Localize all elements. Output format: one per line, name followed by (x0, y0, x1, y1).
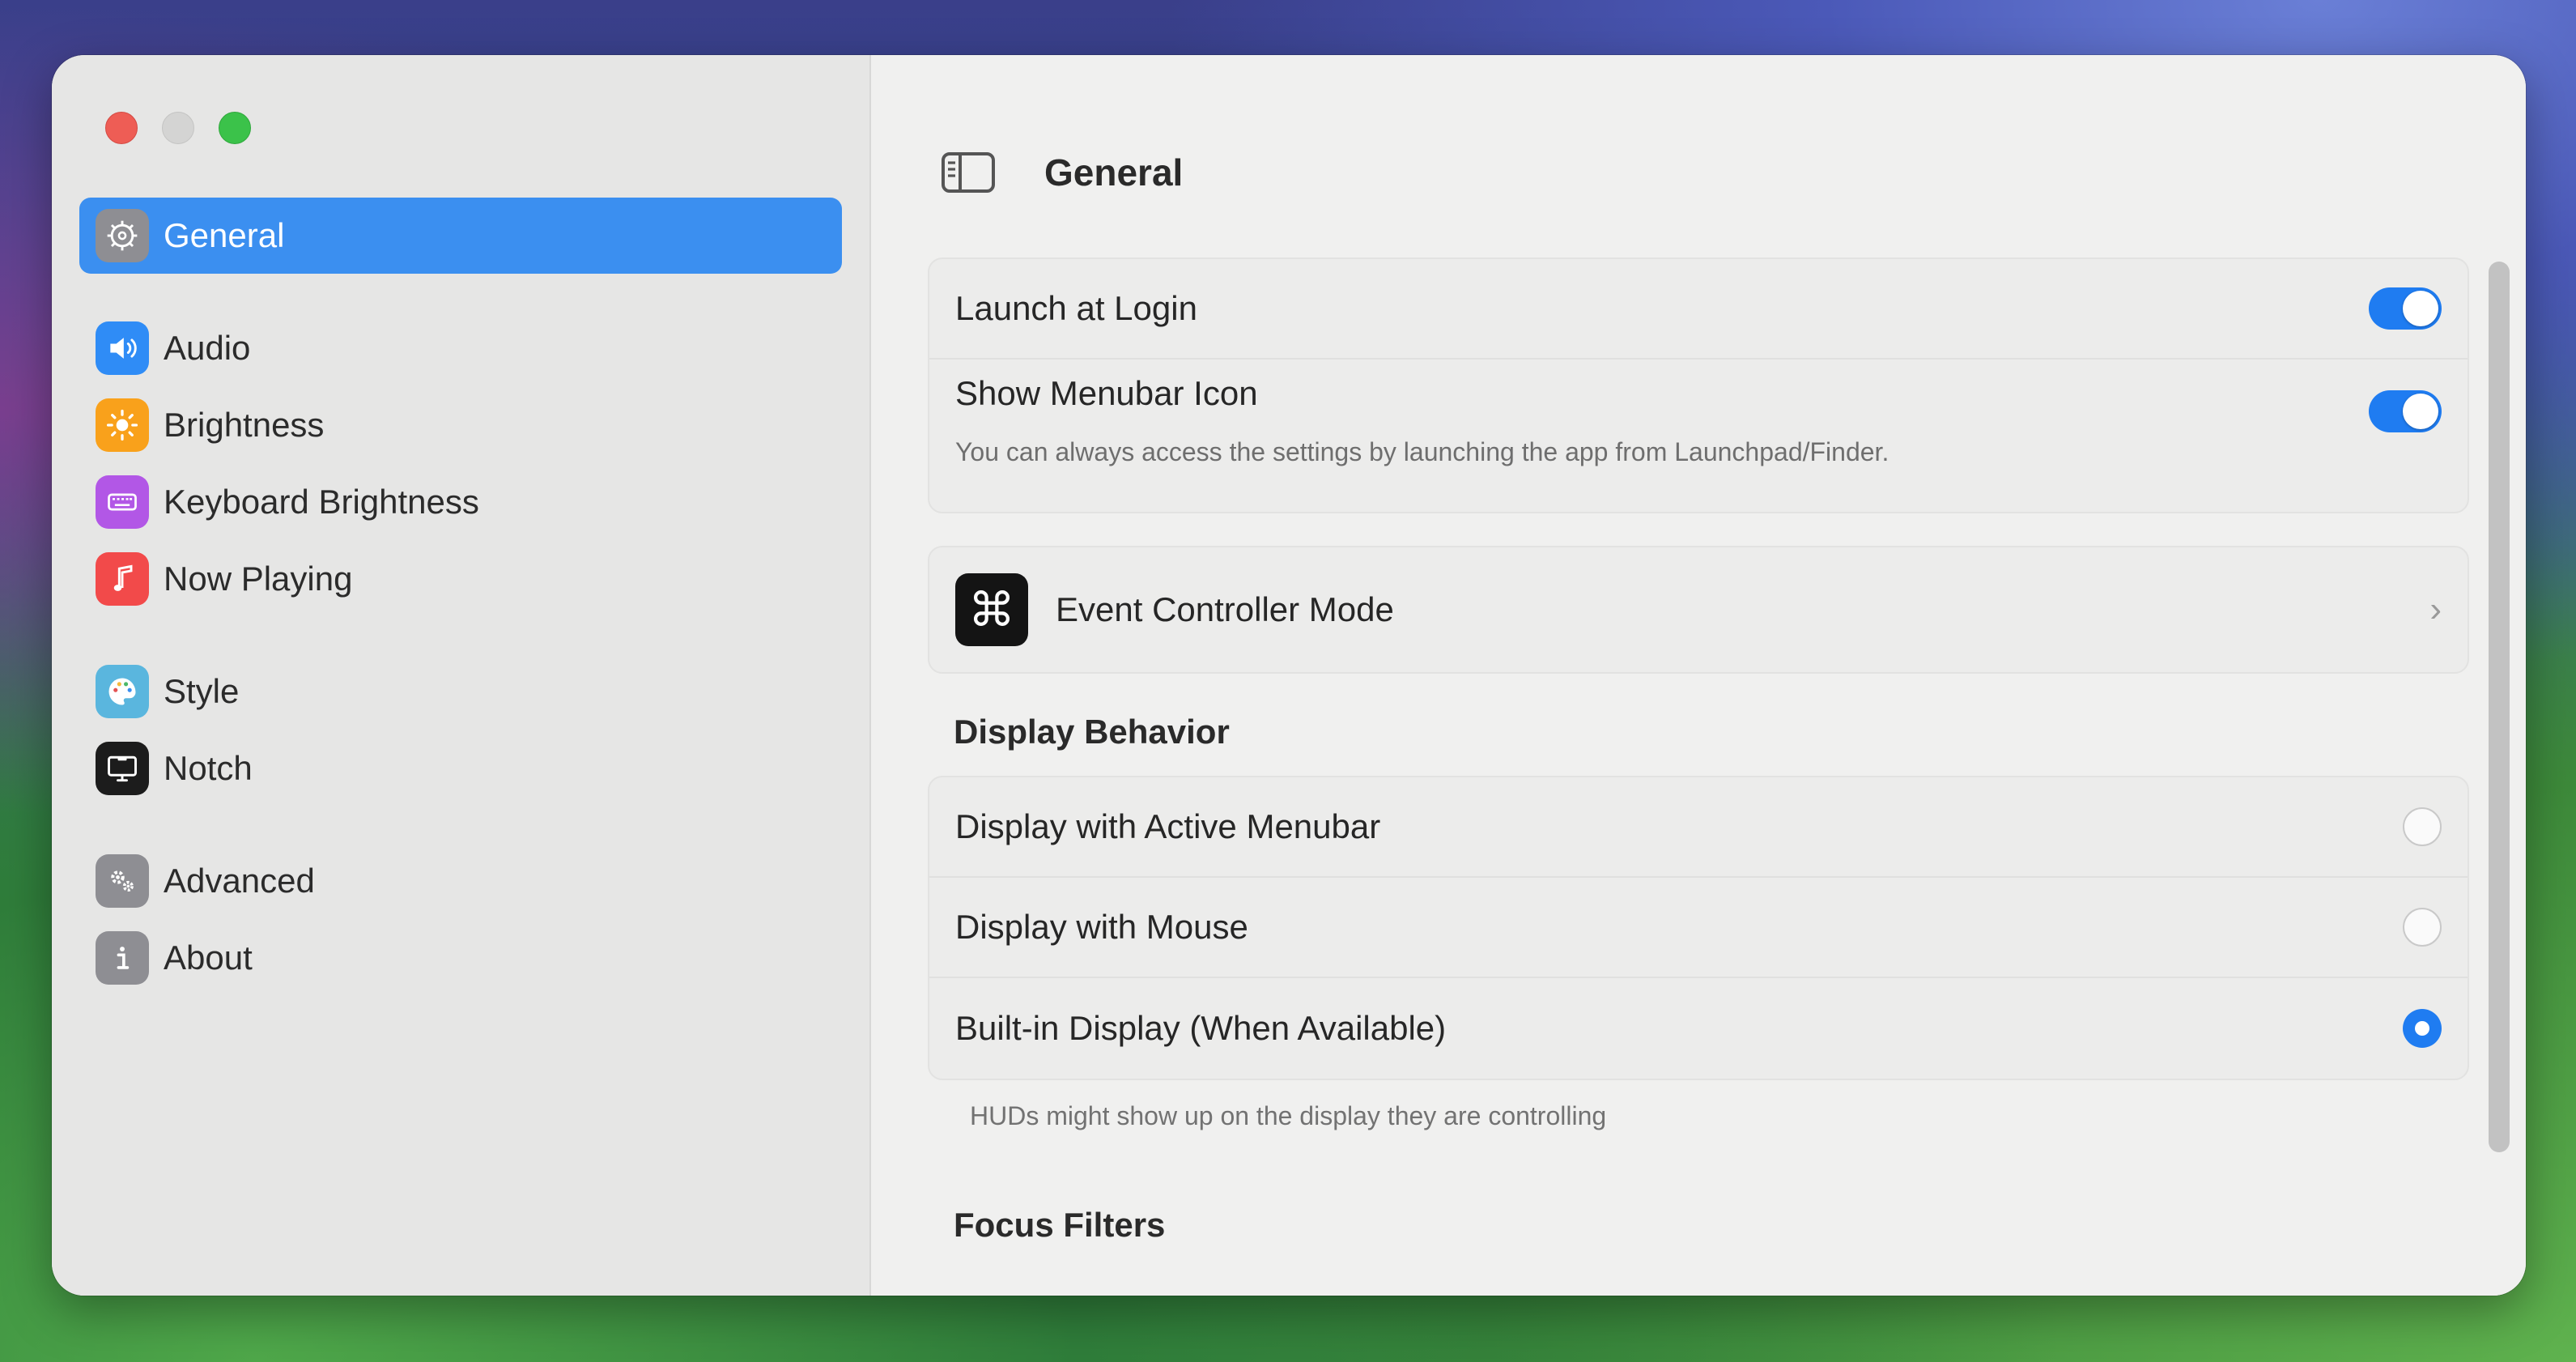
speaker-icon (96, 321, 149, 375)
display-option-row[interactable]: Display with Active Menubar (929, 777, 2468, 878)
display-icon (96, 742, 149, 795)
sidebar-item-notch[interactable]: Notch (79, 730, 842, 807)
sidebar-item-label: Now Playing (164, 560, 353, 598)
launch-at-login-toggle[interactable] (2369, 287, 2442, 330)
display-behavior-heading: Display Behavior (954, 713, 1230, 751)
sidebar: General Audio Brightness Keyboard Bright… (52, 55, 871, 1296)
sidebar-toggle-icon[interactable] (941, 151, 996, 194)
close-window-button[interactable] (105, 112, 138, 144)
display-behavior-footnote: HUDs might show up on the display they a… (970, 1101, 1607, 1130)
sidebar-item-label: General (164, 216, 285, 254)
sidebar-item-keyboard-brightness[interactable]: Keyboard Brightness (79, 464, 842, 540)
music-note-icon (96, 552, 149, 606)
page-title: General (1044, 151, 1184, 194)
sidebar-item-label: Advanced (164, 862, 315, 900)
minimize-window-button[interactable] (162, 112, 194, 144)
display-with-mouse-radio[interactable] (2403, 908, 2442, 947)
launch-at-login-row: Launch at Login (929, 259, 2468, 360)
show-menubar-icon-row: Show Menubar Icon You can always access … (929, 360, 2468, 512)
display-option-label: Display with Active Menubar (955, 807, 1381, 845)
sidebar-item-label: Style (164, 672, 240, 710)
display-option-label: Built-in Display (When Available) (955, 1009, 1447, 1047)
sidebar-item-style[interactable]: Style (79, 653, 842, 730)
window-controls (105, 112, 251, 144)
gears-icon (96, 854, 149, 908)
sidebar-item-brightness[interactable]: Brightness (79, 387, 842, 463)
display-behavior-group: Display with Active Menubar Display with… (928, 776, 2469, 1080)
sidebar-item-general[interactable]: General (79, 198, 842, 274)
event-controller-mode-label: Event Controller Mode (1056, 590, 1394, 628)
sidebar-item-advanced[interactable]: Advanced (79, 843, 842, 919)
gear-icon (96, 209, 149, 262)
event-controller-mode-row[interactable]: ⌘ Event Controller Mode › (929, 547, 2468, 672)
display-active-menubar-radio[interactable] (2403, 807, 2442, 846)
show-menubar-icon-label: Show Menubar Icon (955, 374, 1258, 412)
sidebar-item-label: Keyboard Brightness (164, 483, 479, 521)
info-icon (96, 931, 149, 985)
sidebar-item-label: Notch (164, 749, 253, 787)
display-option-row[interactable]: Display with Mouse (929, 878, 2468, 978)
sidebar-item-now-playing[interactable]: Now Playing (79, 541, 842, 617)
general-options-group: Launch at Login Show Menubar Icon You ca… (928, 258, 2469, 513)
keyboard-icon (96, 475, 149, 529)
focus-filters-heading: Focus Filters (954, 1206, 1166, 1244)
sun-icon (96, 398, 149, 452)
settings-content: Launch at Login Show Menubar Icon You ca… (928, 258, 2469, 1269)
launch-at-login-label: Launch at Login (955, 289, 1197, 327)
settings-window: General Audio Brightness Keyboard Bright… (52, 55, 2526, 1296)
vertical-scrollbar[interactable] (2489, 262, 2510, 1152)
sidebar-item-label: Brightness (164, 406, 325, 444)
show-menubar-icon-toggle[interactable] (2369, 390, 2442, 432)
built-in-display-radio[interactable] (2403, 1009, 2442, 1048)
sidebar-item-label: About (164, 939, 253, 977)
sidebar-item-label: Audio (164, 329, 251, 367)
main-pane: General Launch at Login Show Menubar Ico… (871, 55, 2526, 1296)
display-option-row[interactable]: Built-in Display (When Available) (929, 978, 2468, 1079)
sidebar-item-about[interactable]: About (79, 920, 842, 996)
chevron-right-icon: › (2429, 589, 2442, 629)
command-icon: ⌘ (955, 573, 1028, 646)
event-controller-group: ⌘ Event Controller Mode › (928, 546, 2469, 674)
sidebar-nav: General Audio Brightness Keyboard Bright… (79, 198, 842, 997)
display-option-label: Display with Mouse (955, 908, 1248, 946)
sidebar-item-audio[interactable]: Audio (79, 310, 842, 386)
toolbar: General (941, 151, 1183, 194)
zoom-window-button[interactable] (219, 112, 251, 144)
palette-icon (96, 665, 149, 718)
show-menubar-icon-description: You can always access the settings by la… (955, 437, 1889, 466)
